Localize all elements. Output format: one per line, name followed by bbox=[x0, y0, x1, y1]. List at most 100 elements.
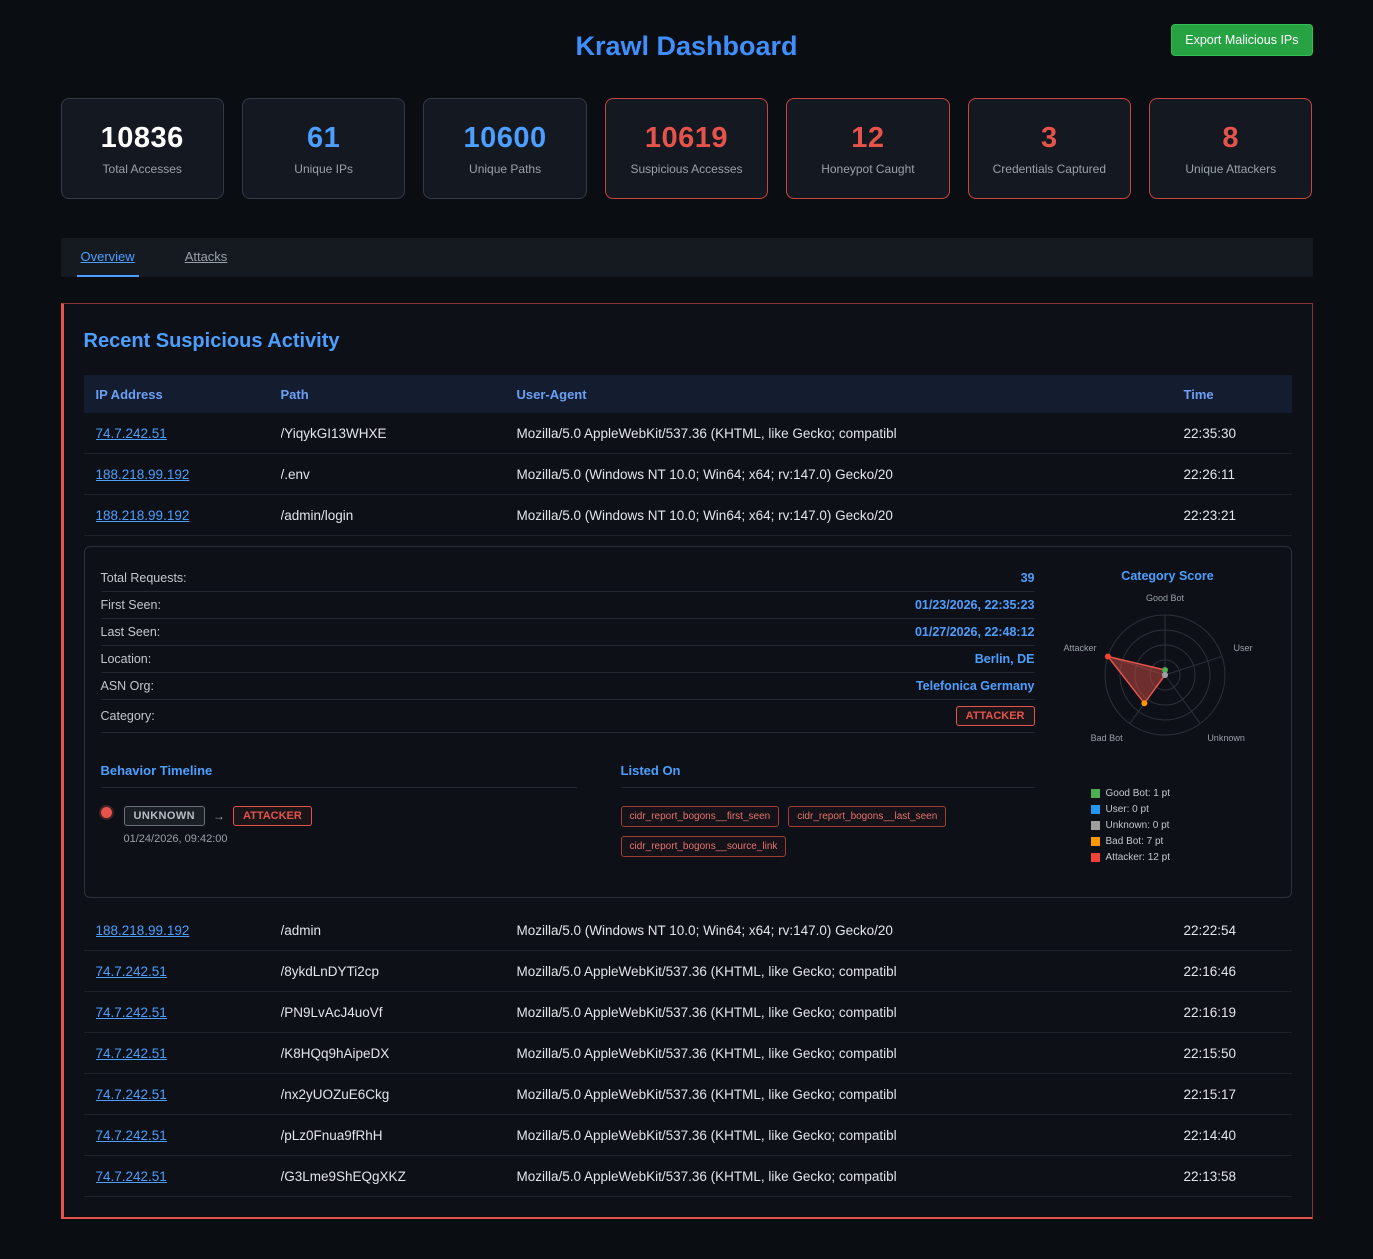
legend-swatch bbox=[1091, 789, 1100, 798]
ip-detail-bottom-sections: Behavior Timeline UNKNOWN → ATTACKER 01/… bbox=[101, 763, 1035, 857]
path-cell: /pLz0Fnua9fRhH bbox=[281, 1128, 517, 1143]
panel-title: Recent Suspicious Activity bbox=[84, 330, 1292, 353]
ip-address-cell: 188.218.99.192 bbox=[96, 467, 281, 482]
time-cell: 22:35:30 bbox=[1184, 426, 1246, 441]
field-label: Category: bbox=[101, 709, 155, 723]
svg-text:Attacker: Attacker bbox=[1063, 643, 1096, 653]
timeline-timestamp: 01/24/2026, 09:42:00 bbox=[124, 833, 312, 845]
stat-label: Honeypot Caught bbox=[821, 162, 914, 176]
legend-label: User: 0 pt bbox=[1106, 804, 1149, 815]
ip-address-cell: 74.7.242.51 bbox=[96, 426, 281, 441]
ip-address-cell: 74.7.242.51 bbox=[96, 1005, 281, 1020]
timeline-transition: UNKNOWN → ATTACKER bbox=[124, 806, 312, 826]
svg-text:Good Bot: Good Bot bbox=[1145, 593, 1184, 603]
table-row[interactable]: 188.218.99.192/admin/loginMozilla/5.0 (W… bbox=[84, 495, 1292, 536]
ip-link[interactable]: 74.7.242.51 bbox=[96, 964, 167, 979]
table-row[interactable]: 74.7.242.51/pLz0Fnua9fRhHMozilla/5.0 App… bbox=[84, 1115, 1292, 1156]
arrow-right-icon: → bbox=[213, 809, 225, 823]
ip-link[interactable]: 74.7.242.51 bbox=[96, 1169, 167, 1184]
stat-label: Total Accesses bbox=[103, 162, 182, 176]
ip-link[interactable]: 188.218.99.192 bbox=[96, 508, 190, 523]
legend-swatch bbox=[1091, 853, 1100, 862]
ip-link[interactable]: 74.7.242.51 bbox=[96, 1005, 167, 1020]
stat-value: 10600 bbox=[463, 122, 546, 155]
stat-card-suspicious-accesses: 10619Suspicious Accesses bbox=[605, 98, 768, 199]
stat-label: Suspicious Accesses bbox=[630, 162, 742, 176]
radar-chart-title: Category Score bbox=[1061, 569, 1275, 583]
user-agent-cell: Mozilla/5.0 AppleWebKit/537.36 (KHTML, l… bbox=[517, 1046, 1184, 1061]
field-label: Location: bbox=[101, 652, 152, 666]
table-row[interactable]: 74.7.242.51/nx2yUOZuE6CkgMozilla/5.0 App… bbox=[84, 1074, 1292, 1115]
listed-on-badge[interactable]: cidr_report_bogons__last_seen bbox=[788, 806, 946, 827]
time-cell: 22:23:21 bbox=[1184, 508, 1246, 523]
path-cell: /admin/login bbox=[281, 508, 517, 523]
column-header-path: Path bbox=[281, 387, 517, 402]
table-row[interactable]: 188.218.99.192/adminMozilla/5.0 (Windows… bbox=[84, 910, 1292, 951]
time-cell: 22:16:46 bbox=[1184, 964, 1246, 979]
legend-item-attacker: Attacker: 12 pt bbox=[1091, 852, 1275, 863]
stat-card-honeypot-caught: 12Honeypot Caught bbox=[786, 98, 949, 199]
field-label: Total Requests: bbox=[101, 571, 187, 585]
legend-item-unknown: Unknown: 0 pt bbox=[1091, 820, 1275, 831]
ip-address-cell: 74.7.242.51 bbox=[96, 1087, 281, 1102]
stat-card-unique-attackers: 8 Unique Attackers bbox=[1149, 98, 1312, 199]
ip-address-cell: 74.7.242.51 bbox=[96, 1128, 281, 1143]
radar-svg: Good BotUserUnknownBad BotAttacker bbox=[1061, 585, 1275, 767]
recent-suspicious-activity-panel: Recent Suspicious Activity IP AddressPat… bbox=[61, 303, 1313, 1219]
field-value: Telefonica Germany bbox=[916, 679, 1035, 693]
legend-item-user: User: 0 pt bbox=[1091, 804, 1275, 815]
tab-overview[interactable]: Overview bbox=[77, 238, 139, 277]
table-row[interactable]: 74.7.242.51/K8HQq9hAipeDXMozilla/5.0 App… bbox=[84, 1033, 1292, 1074]
table-header-row: IP AddressPathUser-AgentTime bbox=[84, 375, 1292, 413]
ip-link[interactable]: 74.7.242.51 bbox=[96, 1087, 167, 1102]
legend-item-good-bot: Good Bot: 1 pt bbox=[1091, 788, 1275, 799]
stat-card-total-accesses: 10836Total Accesses bbox=[61, 98, 224, 199]
ip-link[interactable]: 188.218.99.192 bbox=[96, 467, 190, 482]
user-agent-cell: Mozilla/5.0 AppleWebKit/537.36 (KHTML, l… bbox=[517, 426, 1184, 441]
tabs-bar: Overview Attacks bbox=[61, 238, 1313, 277]
table-row[interactable]: 74.7.242.51/G3Lme9ShEQgXKZMozilla/5.0 Ap… bbox=[84, 1156, 1292, 1197]
category-from-badge: UNKNOWN bbox=[124, 806, 205, 826]
timeline-entry: UNKNOWN → ATTACKER 01/24/2026, 09:42:00 bbox=[101, 806, 577, 845]
legend-swatch bbox=[1091, 805, 1100, 814]
table-row[interactable]: 188.218.99.192/.envMozilla/5.0 (Windows … bbox=[84, 454, 1292, 495]
listed-on-badge[interactable]: cidr_report_bogons__source_link bbox=[621, 836, 787, 857]
listed-on-badges: cidr_report_bogons__first_seen cidr_repor… bbox=[621, 806, 1035, 857]
user-agent-cell: Mozilla/5.0 AppleWebKit/537.36 (KHTML, l… bbox=[517, 1128, 1184, 1143]
table-row[interactable]: 74.7.242.51/YiqykGI13WHXEMozilla/5.0 App… bbox=[84, 413, 1292, 454]
detail-field-first-seen: First Seen:01/23/2026, 22:35:23 bbox=[101, 592, 1035, 619]
svg-text:User: User bbox=[1233, 643, 1252, 653]
time-cell: 22:22:54 bbox=[1184, 923, 1246, 938]
path-cell: /8ykdLnDYTi2cp bbox=[281, 964, 517, 979]
stat-label: Credentials Captured bbox=[993, 162, 1106, 176]
path-cell: /G3Lme9ShEQgXKZ bbox=[281, 1169, 517, 1184]
path-cell: /.env bbox=[281, 467, 517, 482]
listed-on-badge[interactable]: cidr_report_bogons__first_seen bbox=[621, 806, 780, 827]
ip-link[interactable]: 74.7.242.51 bbox=[96, 426, 167, 441]
column-header-ip-address: IP Address bbox=[96, 387, 281, 402]
table-row[interactable]: 74.7.242.51/PN9LvAcJ4uoVfMozilla/5.0 App… bbox=[84, 992, 1292, 1033]
listed-on-title: Listed On bbox=[621, 763, 1035, 788]
detail-field-location: Location:Berlin, DE bbox=[101, 646, 1035, 673]
user-agent-cell: Mozilla/5.0 (Windows NT 10.0; Win64; x64… bbox=[517, 508, 1184, 523]
ip-link[interactable]: 74.7.242.51 bbox=[96, 1046, 167, 1061]
field-label: ASN Org: bbox=[101, 679, 155, 693]
ip-link[interactable]: 74.7.242.51 bbox=[96, 1128, 167, 1143]
stat-value: 8 bbox=[1222, 122, 1239, 155]
path-cell: /YiqykGI13WHXE bbox=[281, 426, 517, 441]
column-header-time: Time bbox=[1184, 387, 1246, 402]
column-header-user-agent: User-Agent bbox=[517, 387, 1184, 402]
stat-label: Unique IPs bbox=[294, 162, 353, 176]
stat-label: Unique Attackers bbox=[1185, 162, 1276, 176]
tab-attacks[interactable]: Attacks bbox=[181, 238, 232, 277]
export-malicious-ips-button[interactable]: Export Malicious IPs bbox=[1171, 24, 1312, 56]
legend-label: Good Bot: 1 pt bbox=[1106, 788, 1171, 799]
stat-label: Unique Paths bbox=[469, 162, 541, 176]
path-cell: /nx2yUOZuE6Ckg bbox=[281, 1087, 517, 1102]
ip-address-cell: 188.218.99.192 bbox=[96, 508, 281, 523]
ip-link[interactable]: 188.218.99.192 bbox=[96, 923, 190, 938]
svg-text:Bad Bot: Bad Bot bbox=[1090, 733, 1123, 743]
table-row[interactable]: 74.7.242.51/8ykdLnDYTi2cpMozilla/5.0 App… bbox=[84, 951, 1292, 992]
stat-value: 3 bbox=[1041, 122, 1058, 155]
table-body: 74.7.242.51/YiqykGI13WHXEMozilla/5.0 App… bbox=[84, 413, 1292, 1197]
